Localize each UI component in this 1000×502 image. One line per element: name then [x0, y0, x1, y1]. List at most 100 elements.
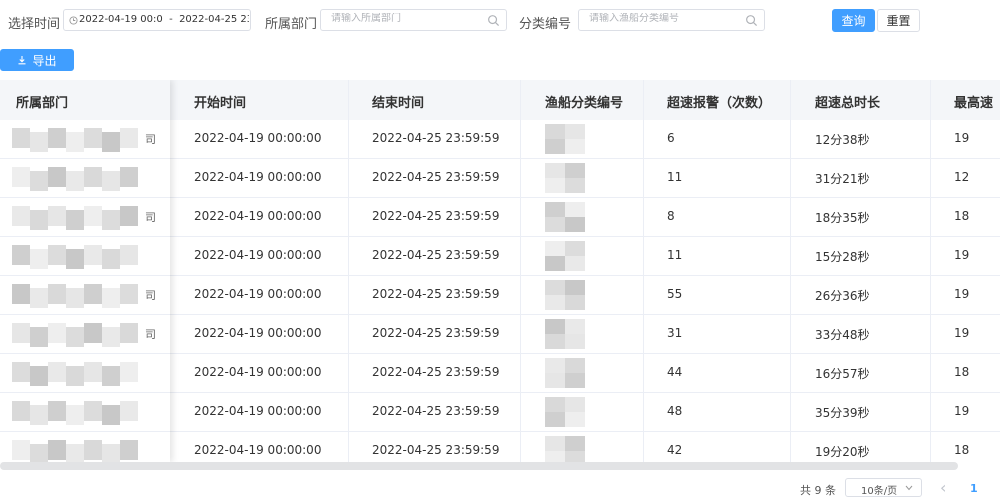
- export-button[interactable]: 导出: [0, 49, 74, 71]
- end-time-cell: 2022-04-25 23:59:59: [372, 326, 500, 340]
- redaction-block: [30, 288, 48, 308]
- start-time-cell: 2022-04-19 00:00:00: [194, 365, 322, 379]
- redaction-block: [12, 362, 30, 382]
- header-category[interactable]: 渔船分类编号: [545, 92, 623, 111]
- dept-suffix-text: 司: [145, 289, 156, 302]
- redaction-block: [66, 366, 84, 386]
- duration-cell: 33分48秒: [815, 328, 870, 342]
- redaction-block: [12, 323, 30, 343]
- category-cell-redacted: [545, 358, 597, 389]
- redaction-block: [66, 327, 84, 347]
- redaction-block: [545, 256, 565, 271]
- redaction-block: [30, 405, 48, 425]
- category-cell-redacted: [545, 124, 597, 155]
- chevron-down-icon: [905, 485, 913, 491]
- redaction-block: [545, 334, 565, 349]
- header-end-time[interactable]: 结束时间: [372, 92, 424, 111]
- end-time-cell: 2022-04-25 23:59:59: [372, 443, 500, 457]
- redaction-block: [120, 128, 138, 148]
- redaction-block: [102, 288, 120, 308]
- end-time-cell: 2022-04-25 23:59:59: [372, 365, 500, 379]
- query-button[interactable]: 查询: [832, 9, 875, 32]
- dept-cell-redacted: [0, 432, 170, 462]
- redaction-block: [66, 249, 84, 269]
- end-time-cell: 2022-04-25 23:59:59: [372, 287, 500, 301]
- redaction-block: [12, 128, 30, 148]
- header-start-time[interactable]: 开始时间: [194, 92, 246, 111]
- dept-cell-redacted: [0, 237, 170, 276]
- redaction-block: [48, 401, 66, 421]
- redaction-block: [84, 440, 102, 460]
- redaction-block: [120, 245, 138, 265]
- redaction-block: [565, 256, 585, 271]
- max-speed-cell: 18: [954, 443, 970, 457]
- horizontal-scrollbar[interactable]: [0, 462, 958, 470]
- max-speed-cell: 19: [954, 248, 970, 262]
- search-icon[interactable]: [487, 14, 500, 27]
- date-range-picker[interactable]: 2022-04-19 00:0 - 2022-04-25 23:5: [63, 9, 251, 31]
- redaction-block: [66, 288, 84, 308]
- dept-input[interactable]: [331, 13, 471, 24]
- header-alarm-count[interactable]: 超速报警（次数）: [667, 92, 771, 111]
- redaction-block: [120, 206, 138, 226]
- category-cell-redacted: [545, 241, 597, 272]
- redaction-block: [545, 412, 565, 427]
- redaction-block: [120, 362, 138, 382]
- header-max-speed[interactable]: 最高速: [954, 92, 993, 111]
- redaction-block: [48, 362, 66, 382]
- duration-cell: 35分39秒: [815, 406, 870, 420]
- alarm-count-cell: 11: [667, 170, 683, 184]
- redaction-block: [545, 319, 565, 334]
- redaction-block: [30, 132, 48, 152]
- end-time-cell: 2022-04-25 23:59:59: [372, 170, 500, 184]
- redaction-block: [545, 178, 565, 193]
- dept-header-cell: 所属部门: [0, 80, 170, 120]
- dept-cell-redacted: [0, 393, 170, 432]
- redaction-block: [48, 167, 66, 187]
- redaction-block: [545, 124, 565, 139]
- page-size-select[interactable]: 10条/页: [845, 478, 922, 497]
- header-duration[interactable]: 超速总时长: [815, 92, 880, 111]
- redaction-block: [12, 440, 30, 460]
- redaction-block: [30, 210, 48, 230]
- category-cell-redacted: [545, 397, 597, 428]
- redaction-block: [565, 178, 585, 193]
- redaction-block: [84, 323, 102, 343]
- alarm-count-cell: 8: [667, 209, 675, 223]
- redaction-block: [30, 171, 48, 191]
- export-label: 导出: [32, 53, 57, 68]
- redaction-block: [102, 405, 120, 425]
- category-search-field[interactable]: [578, 9, 765, 31]
- redaction-block: [565, 280, 585, 295]
- redaction-block: [565, 436, 585, 451]
- page-number-current[interactable]: 1: [970, 482, 978, 502]
- search-icon[interactable]: [745, 14, 758, 27]
- dept-cell-redacted: 司: [0, 198, 170, 237]
- redaction-block: [565, 358, 585, 373]
- redaction-block: [66, 405, 84, 425]
- category-cell-redacted: [545, 163, 597, 194]
- dept-search-field[interactable]: [320, 9, 507, 31]
- prev-page-button[interactable]: ‹: [940, 478, 946, 498]
- redaction-block: [66, 171, 84, 191]
- reset-button[interactable]: 重置: [877, 9, 920, 32]
- dept-suffix-text: 司: [145, 133, 156, 146]
- dept-cell-redacted: 司: [0, 120, 170, 159]
- redaction-block: [30, 249, 48, 269]
- redaction-block: [545, 217, 565, 232]
- category-input[interactable]: [589, 13, 729, 24]
- redaction-block: [545, 139, 565, 154]
- redaction-block: [84, 245, 102, 265]
- max-speed-cell: 19: [954, 287, 970, 301]
- redaction-block: [565, 202, 585, 217]
- page-size-value: 10条/页: [861, 486, 898, 497]
- end-time-cell: 2022-04-25 23:59:59: [372, 209, 500, 223]
- dept-cell-redacted: [0, 159, 170, 198]
- redaction-block: [12, 245, 30, 265]
- header-dept[interactable]: 所属部门: [16, 92, 68, 111]
- max-speed-cell: 18: [954, 365, 970, 379]
- redaction-block: [48, 323, 66, 343]
- redaction-block: [84, 167, 102, 187]
- redaction-block: [545, 436, 565, 451]
- max-speed-cell: 12: [954, 170, 970, 184]
